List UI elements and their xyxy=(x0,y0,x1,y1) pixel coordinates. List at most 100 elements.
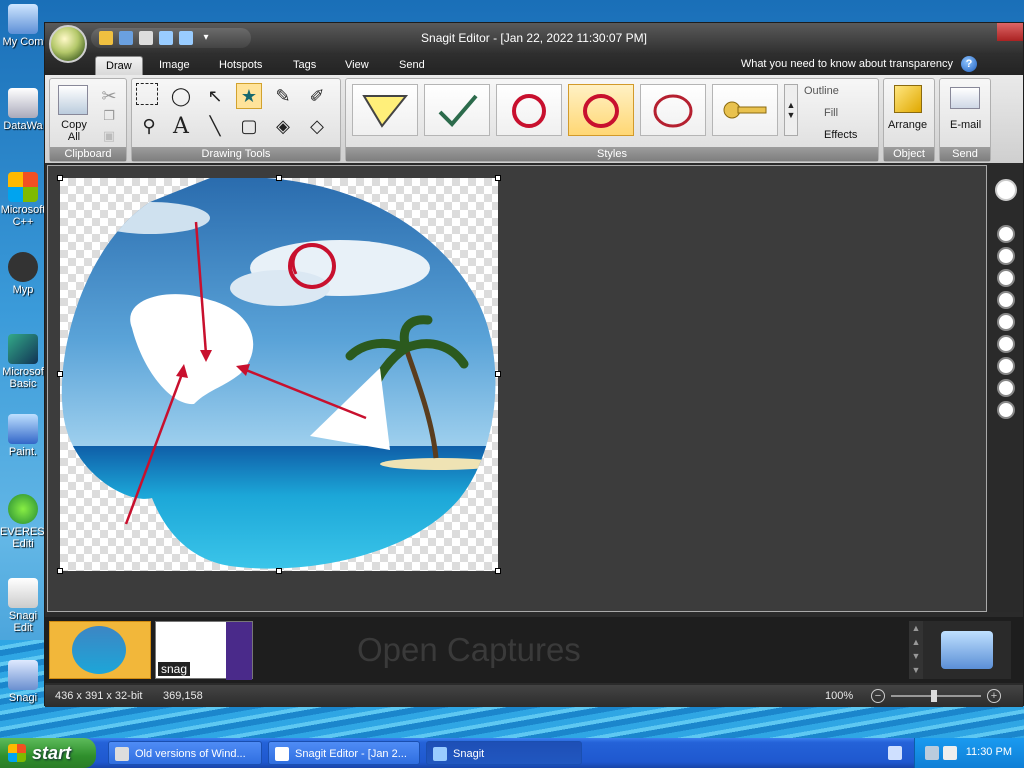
title-bar: ▾ Snagit Editor - [Jan 22, 2022 11:30:07… xyxy=(45,23,1023,53)
capture-thumbnail-selected[interactable] xyxy=(49,621,151,679)
selection-tool-icon[interactable] xyxy=(136,83,158,105)
search-icon[interactable] xyxy=(995,179,1017,201)
style-yellow-callout[interactable] xyxy=(352,84,418,136)
network-icon[interactable] xyxy=(925,746,939,760)
capture-thumbnail[interactable]: snag xyxy=(155,621,253,680)
styles-scroll[interactable]: ▲ ▼ xyxy=(784,84,798,136)
desktop-icon-ms-cpp[interactable]: Microsoft C++ xyxy=(0,172,46,228)
visual-basic-icon xyxy=(8,334,38,364)
callout-tool-icon[interactable]: ◯ xyxy=(168,83,194,109)
canvas-area[interactable] xyxy=(47,165,987,612)
star-icon[interactable] xyxy=(997,401,1015,419)
copy-all-icon xyxy=(58,85,88,115)
dollar-icon[interactable] xyxy=(997,335,1015,353)
paste-icon[interactable]: ▣ xyxy=(96,123,122,149)
resize-handle[interactable] xyxy=(57,568,63,574)
tray-scroll[interactable]: ▲ ▲ ▼ ▼ xyxy=(909,621,923,679)
taskbar-item-snagit[interactable]: Snagit xyxy=(426,741,582,765)
arrange-button[interactable]: Arrange xyxy=(888,119,927,131)
desktop-icon-myp[interactable]: Myp xyxy=(0,252,46,296)
style-checkmark[interactable] xyxy=(424,84,490,136)
resize-handle[interactable] xyxy=(495,568,501,574)
tab-hotspots[interactable]: Hotspots xyxy=(209,56,272,74)
checkmark-icon xyxy=(438,94,478,127)
pen-tool-icon[interactable]: ✎ xyxy=(270,83,296,109)
style-key[interactable] xyxy=(712,84,778,136)
document-icon xyxy=(8,88,38,118)
clipboard-group-label: Clipboard xyxy=(50,147,126,161)
stamp-category-icon[interactable] xyxy=(997,247,1015,265)
desktop-icon-my-computer[interactable]: My Com xyxy=(0,4,46,48)
heart-icon[interactable] xyxy=(997,313,1015,331)
window-title: Snagit Editor - [Jan 22, 2022 11:30:07 P… xyxy=(421,31,647,45)
clock[interactable]: 11:30 PM xyxy=(966,746,1012,758)
stamp-category-icon[interactable] xyxy=(997,269,1015,287)
stamp-tool-icon[interactable]: ★ xyxy=(236,83,262,109)
effects-button[interactable]: Effects xyxy=(824,129,857,141)
callout-style-icon xyxy=(362,95,409,128)
arrow-tool-icon[interactable]: ↖ xyxy=(202,83,228,109)
desktop-icon-paint[interactable]: Paint. xyxy=(0,414,46,458)
desktop-icon-ms-basic[interactable]: Microsof Basic xyxy=(0,334,46,390)
application-orb-button[interactable] xyxy=(49,25,87,63)
key-icon xyxy=(723,101,767,119)
zoom-in-icon[interactable]: + xyxy=(987,689,1001,703)
minimize-icon[interactable] xyxy=(945,23,971,41)
close-icon[interactable] xyxy=(997,23,1023,41)
send-group: E-mail Send xyxy=(939,78,991,162)
target-icon[interactable] xyxy=(997,357,1015,375)
resize-handle[interactable] xyxy=(57,175,63,181)
snagit-icon xyxy=(433,747,447,761)
red-circle-icon xyxy=(653,94,693,128)
tab-draw[interactable]: Draw xyxy=(95,56,143,75)
smiley-icon[interactable] xyxy=(997,291,1015,309)
taskbar-item-snagit-editor[interactable]: Snagit Editor - [Jan 2... xyxy=(268,741,420,765)
style-red-circle-1[interactable] xyxy=(496,84,562,136)
desktop-icon-snagit-editor[interactable]: Snagi Edit xyxy=(0,578,46,634)
desktop-icon-snagit[interactable]: Snagi xyxy=(0,660,46,704)
email-button[interactable]: E-mail xyxy=(950,119,981,131)
help-hint-text[interactable]: What you need to know about transparency xyxy=(741,58,953,70)
zoom-slider-thumb[interactable] xyxy=(931,690,937,702)
outline-button[interactable]: Outline xyxy=(804,85,839,97)
tab-view[interactable]: View xyxy=(335,56,379,74)
resize-handle[interactable] xyxy=(495,175,501,181)
zoom-out-icon[interactable]: − xyxy=(871,689,885,703)
line-tool-icon[interactable]: ╲ xyxy=(202,113,228,139)
desktop-icon-label: Microsoft C++ xyxy=(0,204,46,228)
volume-icon[interactable] xyxy=(943,746,957,760)
keyboard-icon[interactable] xyxy=(888,746,902,760)
resize-handle[interactable] xyxy=(57,371,63,377)
taskbar: start Old versions of Wind... Snagit Edi… xyxy=(0,738,1024,768)
desktop-icon-label: Myp xyxy=(12,284,34,296)
start-button[interactable]: start xyxy=(0,738,96,768)
shape-tool-icon[interactable]: ▢ xyxy=(236,113,262,139)
library-folder-button[interactable] xyxy=(923,621,1011,679)
resize-handle[interactable] xyxy=(495,371,501,377)
eraser-tool-icon[interactable]: ◇ xyxy=(304,113,330,139)
fill-tool-icon[interactable]: ◈ xyxy=(270,113,296,139)
capture-image[interactable] xyxy=(60,178,498,571)
taskbar-item-old-versions[interactable]: Old versions of Wind... xyxy=(108,741,262,765)
style-red-circle-2[interactable] xyxy=(568,84,634,136)
red-circle-icon xyxy=(512,94,546,128)
check-icon[interactable] xyxy=(997,379,1015,397)
resize-handle[interactable] xyxy=(276,568,282,574)
stamp-category-icon[interactable] xyxy=(997,225,1015,243)
tab-image[interactable]: Image xyxy=(149,56,200,74)
copy-all-button[interactable]: Copy All xyxy=(56,119,92,143)
tab-send[interactable]: Send xyxy=(389,56,435,74)
desktop-icon-datawa[interactable]: DataWa xyxy=(0,88,46,132)
help-icon[interactable]: ? xyxy=(961,56,977,72)
open-captures-label: Open Captures xyxy=(357,631,581,668)
resize-handle[interactable] xyxy=(276,175,282,181)
tab-tags[interactable]: Tags xyxy=(283,56,326,74)
text-tool-icon[interactable]: A xyxy=(168,113,194,139)
desktop-icon-everest[interactable]: EVEREST Editi xyxy=(0,494,51,550)
maximize-icon[interactable] xyxy=(971,23,997,41)
fill-button[interactable]: Fill xyxy=(824,107,838,119)
highlighter-tool-icon[interactable]: ✐ xyxy=(304,83,330,109)
style-red-circle-3[interactable] xyxy=(640,84,706,136)
taskbar-item-label: Snagit Editor - [Jan 2... xyxy=(295,748,407,760)
zoom-tool-icon[interactable]: ⚲ xyxy=(136,113,162,139)
